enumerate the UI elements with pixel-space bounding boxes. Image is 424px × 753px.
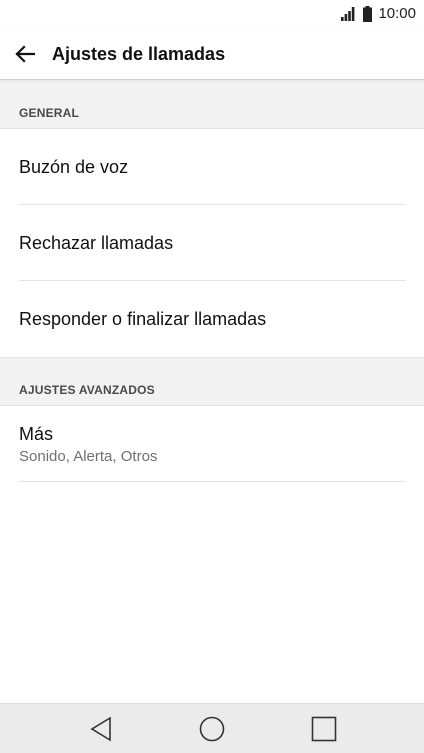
- signal-bars-icon: [341, 7, 355, 21]
- app-header: Ajustes de llamadas: [0, 28, 424, 80]
- status-bar: 10:00: [0, 0, 424, 28]
- list-item-label: Responder o finalizar llamadas: [19, 309, 267, 329]
- status-indicators: 10:00: [341, 5, 416, 23]
- square-recents-icon: [311, 716, 337, 742]
- list-item-voicemail[interactable]: Buzón de voz: [0, 129, 424, 205]
- list-item-more[interactable]: Más Sonido, Alerta, Otros: [0, 406, 424, 482]
- circle-home-icon: [199, 716, 225, 742]
- navigation-bar: [0, 703, 424, 753]
- battery-icon: [363, 6, 373, 22]
- nav-recents-button[interactable]: [309, 714, 339, 744]
- list-item-label: Más: [19, 423, 54, 444]
- screen: 10:00 Ajustes de llamadas GENERAL Buzón …: [0, 0, 424, 753]
- status-time: 10:00: [378, 5, 416, 22]
- list-item-subtitle: Sonido, Alerta, Otros: [19, 447, 158, 465]
- arrow-left-icon: [15, 45, 36, 63]
- page-title: Ajustes de llamadas: [52, 44, 226, 64]
- list-item-reject-calls[interactable]: Rechazar llamadas: [0, 205, 424, 281]
- list-item-label: Buzón de voz: [19, 157, 129, 177]
- list-item-answer-end-calls[interactable]: Responder o finalizar llamadas: [0, 281, 424, 357]
- nav-back-button[interactable]: [86, 714, 116, 744]
- settings-list: GENERAL Buzón de voz Rechazar llamadas R…: [0, 81, 424, 482]
- list-item-label: Rechazar llamadas: [19, 233, 174, 253]
- section-header-general: GENERAL: [0, 81, 424, 129]
- nav-home-button[interactable]: [197, 714, 227, 744]
- back-button[interactable]: [10, 40, 40, 68]
- section-header-advanced: AJUSTES AVANZADOS: [0, 357, 424, 406]
- triangle-back-icon: [90, 716, 111, 742]
